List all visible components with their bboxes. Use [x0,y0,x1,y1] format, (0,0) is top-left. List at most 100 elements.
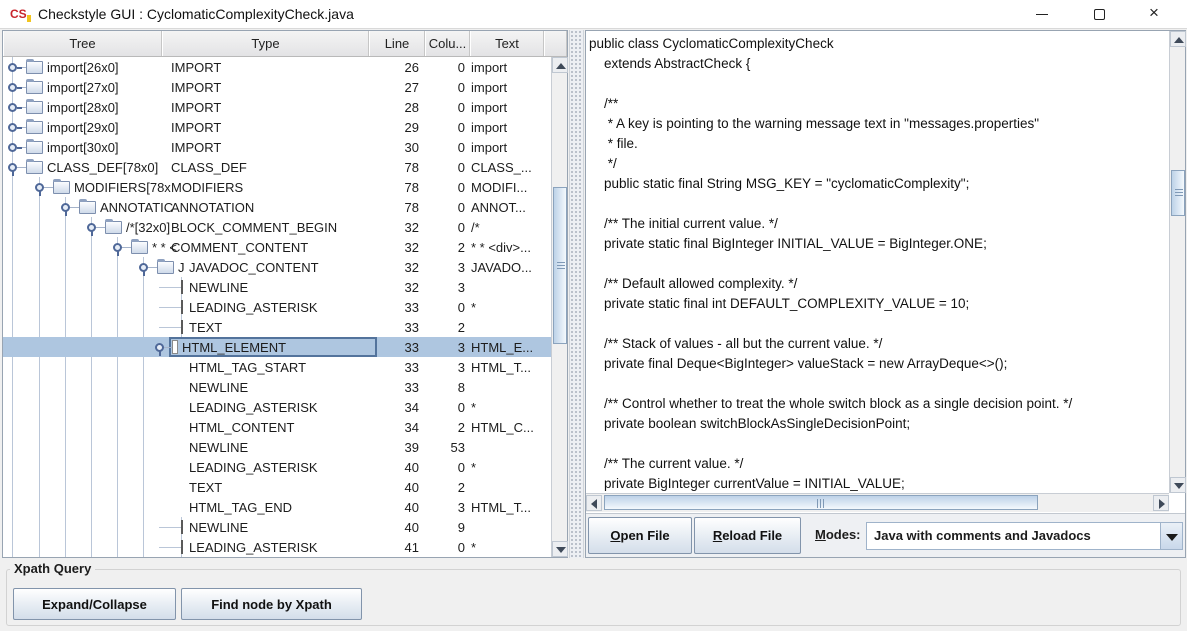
tree-row-annotation[interactable]: ANNOTATICANNOTATION780ANNOT... [3,197,551,217]
tree-guide-line [39,497,40,517]
tree-connector-dash [159,527,181,528]
tree-row-leading_asterisk[interactable]: LEADING_ASTERISK340* [3,397,551,417]
tree-guide-line [39,277,40,297]
collapse-handle-icon[interactable] [8,143,17,152]
column-header-line[interactable]: Line [369,31,425,56]
tree-row-text[interactable]: TEXT332 [3,317,551,337]
tree-row-modifiers[interactable]: MODIFIERS[78xMODIFIERS780MODIFI... [3,177,551,197]
collapse-handle-icon[interactable] [8,103,17,112]
reload-file-button[interactable]: Reload File [694,517,801,554]
close-button[interactable]: × [1129,0,1187,29]
tree-row-newline[interactable]: NEWLINE409 [3,517,551,537]
folder-icon [79,201,96,214]
tree-guide-line [143,417,144,437]
open-file-button[interactable]: Open File [588,517,692,554]
tree-node-label: import[30x0] [47,140,119,155]
code-scroll-up-button[interactable] [1170,31,1186,47]
minimize-icon [1036,14,1048,15]
tree-row-import[interactable]: import[27x0]IMPORT270import [3,77,551,97]
tree-row-html_tag_end[interactable]: HTML_TAG_END403HTML_T... [3,497,551,517]
column-header-text[interactable]: Text [470,31,544,56]
minimize-button[interactable] [1013,0,1071,29]
tree-node-label: /*[32x0] [126,220,170,235]
tree-row-html_tag_start[interactable]: HTML_TAG_START333HTML_T... [3,357,551,377]
tree-scroll-up-button[interactable] [552,57,568,73]
tree-row-block_comment_begin[interactable]: /*[32x0]BLOCK_COMMENT_BEGIN320/* [3,217,551,237]
tree-guide-line [12,497,13,517]
maximize-icon [1094,9,1105,20]
column-header-tree[interactable]: Tree [3,31,162,56]
maximize-button[interactable] [1071,0,1129,29]
column-header-type[interactable]: Type [162,31,369,56]
text-cell: * [471,540,547,555]
tree-row-newline[interactable]: NEWLINE338 [3,377,551,397]
xpath-group-title: Xpath Query [10,561,95,576]
expand-collapse-button[interactable]: Expand/Collapse [13,588,176,620]
tree-row-leading_asterisk[interactable]: LEADING_ASTERISK400* [3,457,551,477]
tree-vertical-scrollbar[interactable] [551,57,567,557]
collapse-handle-icon[interactable] [8,63,17,72]
code-hscrollbar-thumb[interactable] [604,495,1038,510]
line-cell: 40 [369,460,419,475]
tree-guide-line [91,437,92,457]
code-scroll-down-button[interactable] [1170,477,1186,493]
tree-row-newline[interactable]: NEWLINE3953 [3,437,551,457]
collapse-handle-stem [17,107,22,109]
code-vertical-scrollbar[interactable] [1169,31,1185,493]
code-scroll-left-button[interactable] [586,495,602,511]
tree-scroll-down-button[interactable] [552,541,568,557]
tree-row-leading_asterisk[interactable]: LEADING_ASTERISK330* [3,297,551,317]
tree-row-newline[interactable]: NEWLINE323 [3,277,551,297]
tree-row-import[interactable]: import[28x0]IMPORT280import [3,97,551,117]
tree-row-comment_content[interactable]: * * <COMMENT_CONTENT322* * <div>... [3,237,551,257]
tree-guide-line [65,277,66,297]
code-horizontal-scrollbar[interactable] [586,493,1169,512]
tree-guide-line [91,257,92,277]
expand-handle-stem [91,231,93,236]
line-cell: 34 [369,400,419,415]
tree-row-leading_asterisk[interactable]: LEADING_ASTERISK410* [3,537,551,557]
tree-row-import[interactable]: import[29x0]IMPORT290import [3,117,551,137]
tree-guide-line [91,317,92,337]
collapse-handle-icon[interactable] [8,123,17,132]
column-header-colu[interactable]: Colu... [425,31,470,56]
tree-connector-dash [159,307,181,308]
line-cell: 40 [369,520,419,535]
type-cell: LEADING_ASTERISK [189,540,318,555]
combobox-dropdown-arrow-icon[interactable] [1160,523,1182,549]
source-code-view[interactable]: public class CyclomaticComplexityCheck e… [586,31,1169,493]
column-cell: 3 [419,260,465,275]
collapse-handle-icon[interactable] [8,83,17,92]
tree-scrollbar-thumb[interactable] [553,187,567,344]
type-cell: IMPORT [171,100,221,115]
tree-row-text[interactable]: TEXT402 [3,477,551,497]
tree-row-import[interactable]: import[26x0]IMPORT260import [3,57,551,77]
arrow-down-icon [556,547,566,553]
type-cell: ANNOTATION [171,200,254,215]
tree-guide-line [117,277,118,297]
type-cell: JAVADOC_CONTENT [189,260,319,275]
tree-row-javadoc_content[interactable]: JJAVADOC_CONTENT323JAVADO... [3,257,551,277]
tree-guide-line [65,357,66,377]
modes-combobox[interactable]: Java with comments and Javadocs [866,522,1183,550]
tree-guide-line [39,377,40,397]
tree-row-html_element[interactable]: HTML_ELEMENT333HTML_E... [3,337,551,357]
code-scroll-right-button[interactable] [1153,495,1169,511]
line-cell: 33 [369,320,419,335]
tree-guide-line [117,457,118,477]
type-cell: NEWLINE [189,380,248,395]
code-scrollbar-thumb[interactable] [1171,170,1185,216]
tree-row-import[interactable]: import[30x0]IMPORT300import [3,137,551,157]
leaf-node-icon [181,280,183,294]
column-cell: 0 [419,160,465,175]
tree-table-body: import[26x0]IMPORT260importimport[27x0]I… [3,57,551,557]
find-node-by-xpath-button[interactable]: Find node by Xpath [181,588,362,620]
tree-table-header: TreeTypeLineColu...Text [3,31,567,57]
split-pane-divider[interactable] [569,30,584,558]
tree-row-class_def[interactable]: CLASS_DEF[78x0]CLASS_DEF780CLASS_... [3,157,551,177]
tree-guide-line [143,297,144,317]
tree-row-html_content[interactable]: HTML_CONTENT342HTML_C... [3,417,551,437]
expand-handle-stem [159,351,161,356]
tree-guide-line [117,517,118,537]
column-header-spacer[interactable] [544,31,567,56]
